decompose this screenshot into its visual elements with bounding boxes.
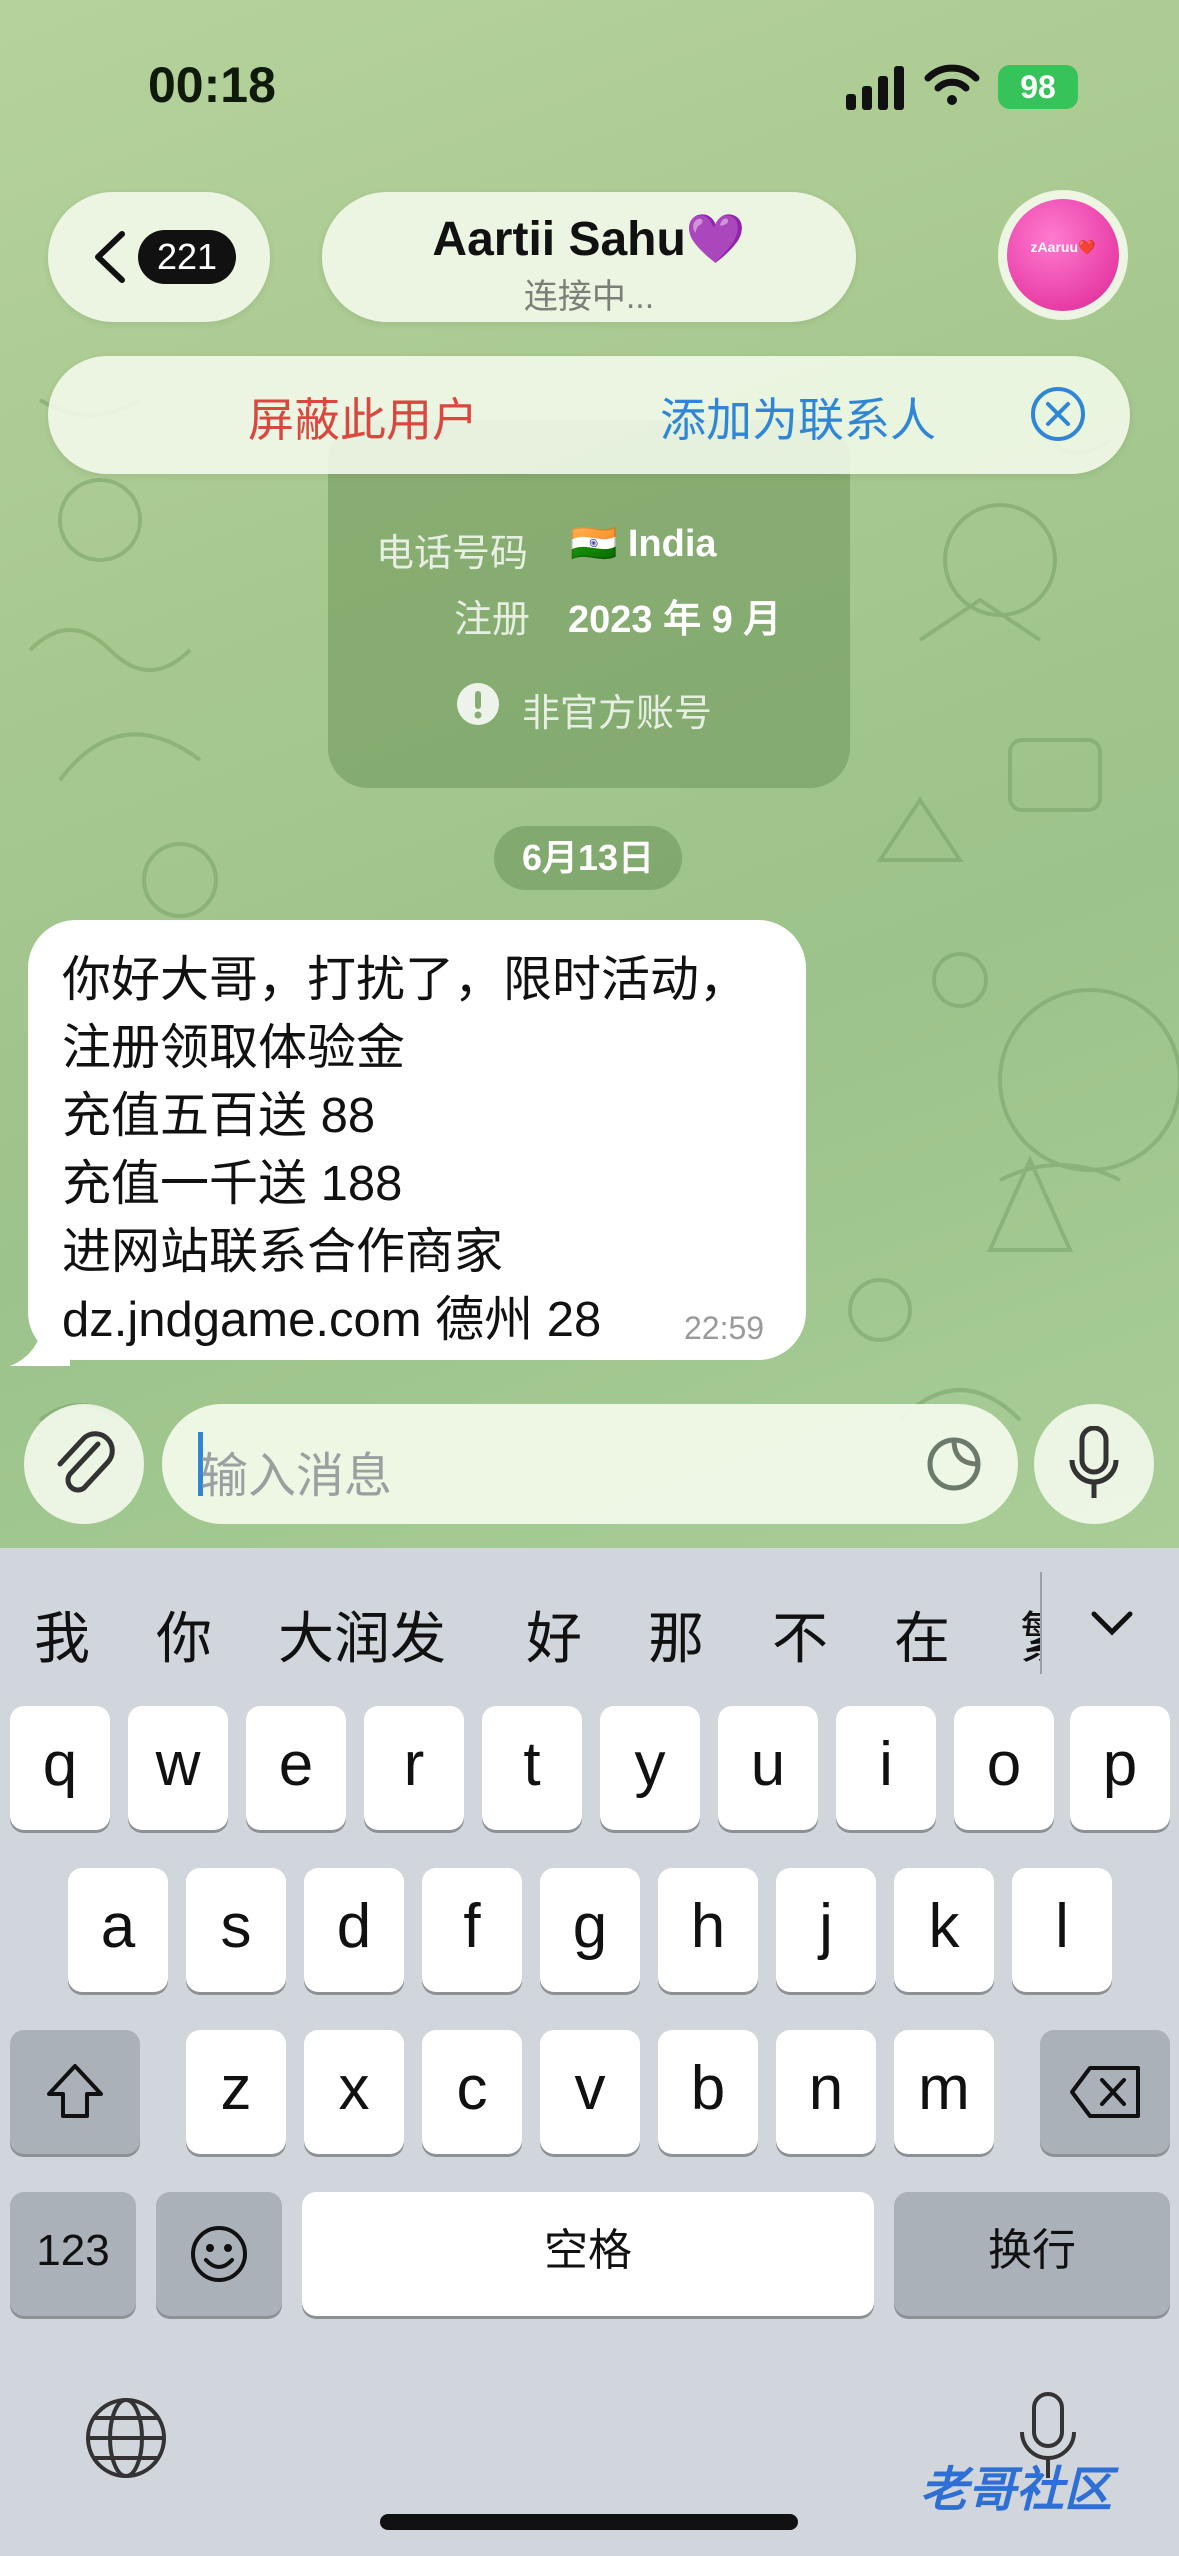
key-n[interactable]: n (776, 2030, 876, 2154)
block-user-button[interactable]: 屏蔽此用户 (248, 384, 478, 450)
candidate-word[interactable]: 在 (894, 1594, 950, 1675)
backspace-icon (1070, 2066, 1140, 2118)
candidate-word[interactable]: 你 (156, 1594, 212, 1675)
contact-info-card: 电话号码 🇮🇳 India 注册 2023 年 9 月 非官方账号 (328, 420, 850, 788)
chevron-left-icon (95, 231, 125, 283)
key-v[interactable]: v (540, 2030, 640, 2154)
shift-arrow-icon (47, 2064, 103, 2118)
key-r[interactable]: r (364, 1706, 464, 1830)
status-time: 00:18 (148, 57, 276, 113)
candidate-divider (1040, 1572, 1042, 1674)
key-l[interactable]: l (1012, 1868, 1112, 1992)
message-line: 进网站联系合作商家 (62, 1225, 504, 1279)
date-separator: 6月13日 (494, 826, 682, 890)
home-indicator[interactable] (380, 2514, 798, 2530)
candidate-overflow: 繁 (1020, 1588, 1040, 1668)
add-contact-button[interactable]: 添加为联系人 (660, 384, 936, 450)
registered-label: 注册 (454, 599, 531, 641)
attach-button[interactable] (24, 1404, 144, 1524)
sticker-icon[interactable] (924, 1434, 984, 1494)
incoming-message-bubble[interactable]: 你好大哥，打扰了，限时活动， 注册领取体验金 充值五百送 88 充值一千送 18… (28, 920, 806, 1360)
key-t[interactable]: t (482, 1706, 582, 1830)
close-icon[interactable] (1030, 386, 1086, 442)
message-input[interactable]: 输入消息 (162, 1404, 1018, 1524)
message-line: 注册领取体验金 (62, 1021, 406, 1075)
key-u[interactable]: u (718, 1706, 818, 1830)
key-e[interactable]: e (246, 1706, 346, 1830)
voice-record-button[interactable] (1034, 1404, 1154, 1524)
message-line: 你好大哥，打扰了，限时活动， (62, 953, 749, 1007)
key-h[interactable]: h (658, 1868, 758, 1992)
candidate-bar: 我 你 大润发 好 那 不 在 繁 (0, 1548, 1179, 1698)
wifi-icon (924, 64, 980, 105)
candidate-word[interactable]: 我 (34, 1594, 90, 1675)
watermark-logo: 老哥社区 (920, 2464, 1113, 2517)
candidate-word[interactable]: 繁 (1020, 1594, 1040, 1668)
key-s[interactable]: s (186, 1868, 286, 1992)
battery-indicator: 98 (998, 65, 1078, 109)
key-g[interactable]: g (540, 1868, 640, 1992)
numbers-key[interactable]: 123 (10, 2192, 136, 2316)
status-bar: 00:18 98 (0, 0, 1179, 170)
key-p[interactable]: p (1070, 1706, 1170, 1830)
message-line: dz.jndgame.com 德州 28 (62, 1293, 602, 1347)
key-z[interactable]: z (186, 2030, 286, 2154)
emoji-key[interactable] (156, 2192, 282, 2316)
key-m[interactable]: m (894, 2030, 994, 2154)
candidate-word[interactable]: 好 (526, 1594, 582, 1675)
microphone-icon (1069, 1426, 1119, 1498)
contact-name: Aartii Sahu💜 (432, 213, 746, 266)
paperclip-icon (57, 1431, 115, 1493)
back-button[interactable]: 221 (48, 192, 270, 322)
message-line: 充值五百送 88 (62, 1089, 376, 1143)
key-q[interactable]: q (10, 1706, 110, 1830)
globe-icon[interactable] (84, 2396, 168, 2480)
unread-count-badge: 221 (138, 230, 236, 284)
chevron-down-icon[interactable] (1090, 1610, 1134, 1638)
emoji-icon (191, 2226, 247, 2282)
space-key[interactable]: 空格 (302, 2192, 874, 2316)
key-x[interactable]: x (304, 2030, 404, 2154)
avatar-image: zAaruu❤️ (1007, 199, 1119, 311)
key-k[interactable]: k (894, 1868, 994, 1992)
candidate-word[interactable]: 不 (772, 1594, 828, 1675)
return-key[interactable]: 换行 (894, 2192, 1170, 2316)
key-d[interactable]: d (304, 1868, 404, 1992)
key-c[interactable]: c (422, 2030, 522, 2154)
key-w[interactable]: w (128, 1706, 228, 1830)
message-time: 22:59 (684, 1310, 765, 1346)
candidate-word[interactable]: 那 (648, 1594, 704, 1675)
keyboard: 我 你 大润发 好 那 不 在 繁 q w e r t y u i o p a … (0, 1548, 1179, 2556)
key-j[interactable]: j (776, 1868, 876, 1992)
phone-value: 🇮🇳 India (570, 523, 717, 565)
registered-value: 2023 年 9 月 (568, 599, 782, 641)
contact-action-bar: 屏蔽此用户 添加为联系人 (48, 356, 1130, 474)
key-o[interactable]: o (954, 1706, 1054, 1830)
key-b[interactable]: b (658, 2030, 758, 2154)
composer-bar: 输入消息 (0, 1370, 1179, 1548)
key-y[interactable]: y (600, 1706, 700, 1830)
key-i[interactable]: i (836, 1706, 936, 1830)
cellular-signal-icon (846, 66, 904, 110)
candidate-word[interactable]: 大润发 (278, 1594, 446, 1675)
message-line: 充值一千送 188 (62, 1157, 403, 1211)
contact-avatar[interactable]: zAaruu❤️ (998, 190, 1128, 320)
unofficial-account-label: 非官方账号 (522, 693, 713, 735)
delete-key[interactable] (1040, 2030, 1170, 2154)
key-f[interactable]: f (422, 1868, 522, 1992)
warning-icon (457, 683, 499, 725)
chat-title-button[interactable]: Aartii Sahu💜 连接中... (322, 192, 856, 322)
connection-status: 连接中... (523, 278, 655, 316)
message-input-placeholder: 输入消息 (200, 1450, 393, 1503)
phone-label: 电话号码 (376, 533, 529, 575)
key-a[interactable]: a (68, 1868, 168, 1992)
shift-key[interactable] (10, 2030, 140, 2154)
avatar-text: zAaruu❤️ (1030, 239, 1096, 255)
